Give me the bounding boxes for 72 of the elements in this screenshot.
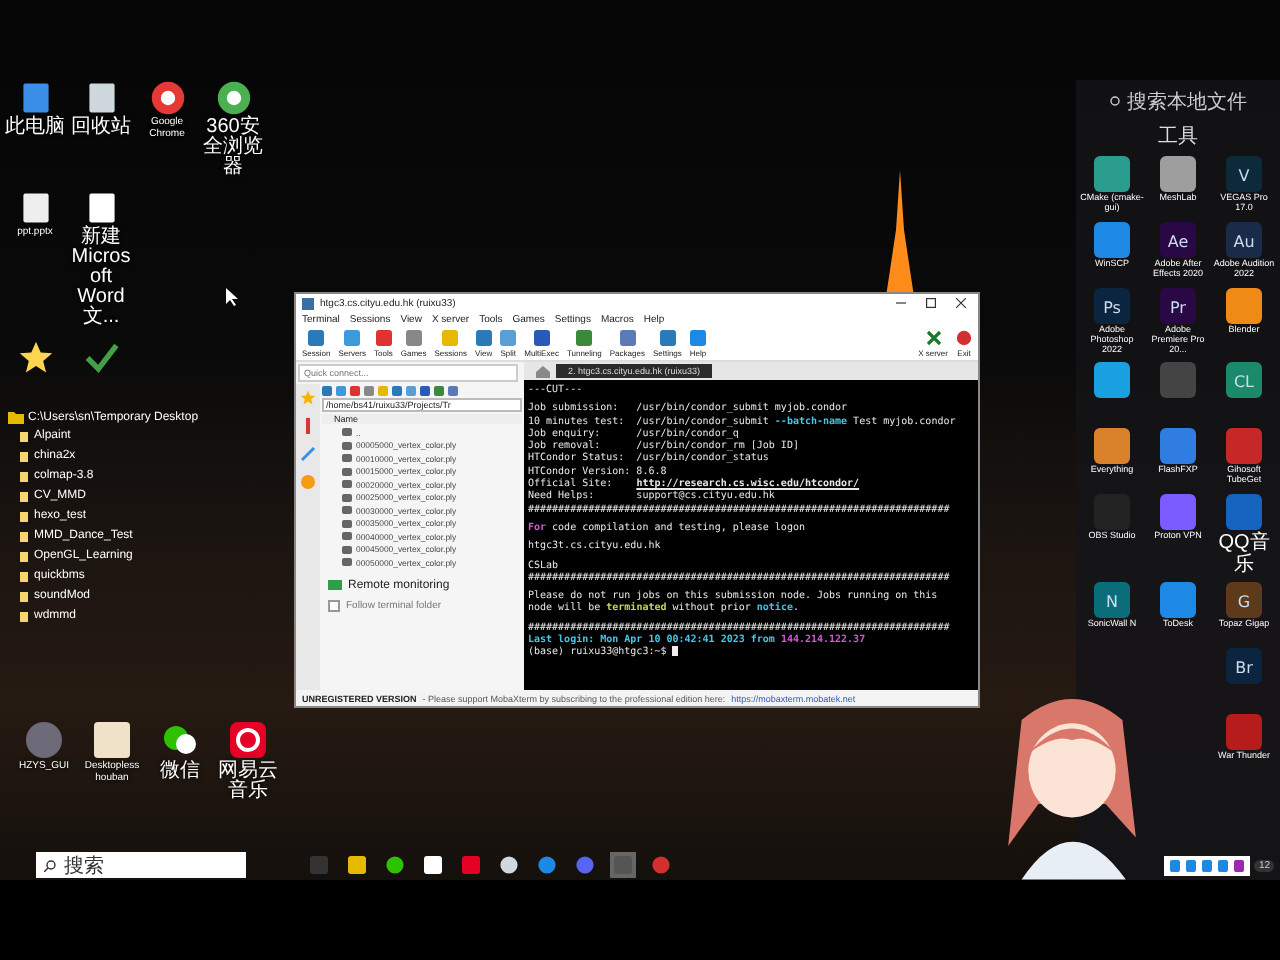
app-icon[interactable] [1160, 581, 1196, 618]
square-icon [576, 330, 593, 346]
app-icon[interactable] [1160, 493, 1196, 530]
cursor-icon [226, 288, 238, 306]
avatar-icon[interactable] [24, 720, 64, 760]
music-icon[interactable] [228, 720, 268, 760]
square-icon [659, 330, 676, 346]
app-icon[interactable]: Au [1226, 222, 1262, 258]
taskbar-app-icon[interactable] [382, 852, 408, 878]
app-icon[interactable]: V [1226, 156, 1262, 192]
minimize-icon [895, 298, 905, 308]
square-icon [375, 330, 392, 346]
app-label: QQ音乐 [1216, 531, 1272, 576]
taskbar-app-icon[interactable] [420, 852, 446, 878]
app-icon[interactable]: G [1226, 581, 1262, 618]
pencil-icon[interactable] [300, 446, 316, 462]
app-icon[interactable] [1160, 427, 1196, 464]
taskbar-app-icon[interactable] [496, 852, 522, 878]
chat-icon[interactable] [160, 720, 200, 760]
search-field[interactable]: 搜索本地文件 [1109, 88, 1247, 116]
star-icon[interactable] [17, 340, 53, 376]
app-icon [386, 856, 404, 874]
maximize-icon [925, 298, 935, 308]
taskbar-search-field[interactable]: 搜索 [36, 852, 246, 878]
icon-label: 网易云音乐 [216, 762, 280, 802]
circle-icon [956, 330, 972, 346]
app-icon [462, 856, 480, 874]
square-icon [619, 330, 636, 346]
app-icon[interactable] [1094, 156, 1130, 192]
square-icon [533, 330, 550, 346]
icon-label: 微信 [158, 762, 202, 782]
app-icon [424, 856, 442, 874]
search-icon [44, 859, 56, 871]
close-icon [955, 298, 965, 308]
search-icon [1109, 96, 1121, 108]
group-heading: 工具 [1158, 124, 1198, 150]
icon-label: 此电脑 [3, 118, 67, 138]
square-icon [442, 330, 459, 346]
icon-label: 360安全浏览器 [201, 118, 265, 178]
star-icon[interactable] [300, 390, 316, 406]
app-icon[interactable] [1226, 427, 1262, 464]
square-icon [690, 330, 707, 346]
app-icon[interactable] [1160, 156, 1196, 192]
app-icon [500, 856, 518, 874]
app-icon[interactable] [1226, 713, 1262, 750]
app-icon [576, 856, 594, 874]
app-icon[interactable]: Br [1226, 647, 1262, 684]
square-icon [475, 330, 492, 346]
x-icon [925, 330, 942, 346]
app-icon [310, 856, 328, 874]
square-icon [405, 330, 422, 346]
app-icon [348, 856, 366, 874]
square-icon [500, 330, 517, 346]
app-icon[interactable] [1094, 361, 1130, 398]
app-icon[interactable]: Ps [1094, 288, 1130, 324]
taskbar-app-icon[interactable] [344, 852, 370, 878]
app-icon [538, 856, 556, 874]
app-icon[interactable]: Ae [1160, 222, 1196, 258]
square-icon [344, 330, 361, 346]
app-icon[interactable] [1094, 427, 1130, 464]
icon-label: 新建 Microsoft Word 文... [69, 228, 133, 328]
monitor-icon [328, 579, 342, 591]
app-icon [652, 856, 670, 874]
check-icon[interactable] [83, 340, 119, 376]
app-icon[interactable]: N [1094, 581, 1130, 618]
system-tray[interactable] [1164, 855, 1251, 875]
app-icon[interactable] [1226, 493, 1262, 530]
app-icon[interactable]: Pr [1160, 288, 1196, 324]
square-icon [308, 330, 325, 346]
app-icon[interactable] [1094, 222, 1130, 258]
icon-label: 回收站 [69, 118, 133, 138]
app-icon[interactable] [1226, 288, 1262, 324]
